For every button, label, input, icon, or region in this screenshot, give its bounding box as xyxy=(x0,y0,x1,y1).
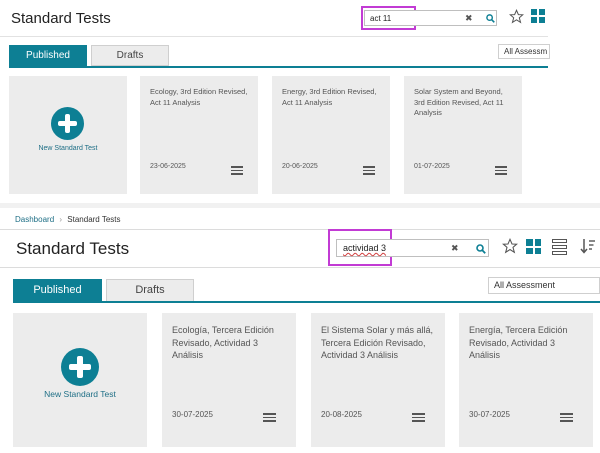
test-card-date: 20-08-2025 xyxy=(321,410,362,419)
new-test-card[interactable]: New Standard Test xyxy=(9,76,127,194)
breadcrumb-current: Standard Tests xyxy=(67,215,121,224)
tab-drafts[interactable]: Drafts xyxy=(91,45,169,66)
tab-drafts[interactable]: Drafts xyxy=(106,279,194,302)
test-card[interactable]: Energy, 3rd Edition Revised, Act 11 Anal… xyxy=(272,76,390,194)
test-card-title: Ecología, Tercera Edición Revisado, Acti… xyxy=(172,325,274,360)
tab-published[interactable]: Published xyxy=(9,45,87,66)
plus-circle-icon xyxy=(61,348,99,386)
star-icon[interactable] xyxy=(509,9,524,24)
divider xyxy=(0,36,548,37)
assessment-filter-select[interactable]: All Assessment xyxy=(488,277,600,294)
grid-view-icon[interactable] xyxy=(526,239,541,254)
test-card-title: Ecology, 3rd Edition Revised, Act 11 Ana… xyxy=(150,87,248,107)
test-card-title: Energy, 3rd Edition Revised, Act 11 Anal… xyxy=(282,87,377,107)
test-card-title: Energía, Tercera Edición Revisado, Activ… xyxy=(469,325,568,360)
page-title: Standard Tests xyxy=(16,239,130,258)
search-input[interactable]: actividad 3 ✖ xyxy=(336,239,489,257)
menu-icon[interactable] xyxy=(231,166,243,175)
divider xyxy=(0,229,600,230)
test-card[interactable]: Ecology, 3rd Edition Revised, Act 11 Ana… xyxy=(140,76,258,194)
test-card-date: 23-06-2025 xyxy=(150,163,186,170)
test-card-date: 30-07-2025 xyxy=(469,410,510,419)
search-input[interactable]: act 11 ✖ xyxy=(364,10,497,26)
search-icon[interactable] xyxy=(486,14,495,23)
breadcrumb-dashboard-link[interactable]: Dashboard xyxy=(15,215,54,224)
test-card-title: El Sistema Solar y más allá, Tercera Edi… xyxy=(321,325,434,360)
breadcrumb-separator-icon: › xyxy=(59,215,63,224)
sort-icon[interactable] xyxy=(580,238,596,254)
menu-icon[interactable] xyxy=(495,166,507,175)
list-view-icon[interactable] xyxy=(552,239,567,257)
test-card[interactable]: El Sistema Solar y más allá, Tercera Edi… xyxy=(311,313,445,447)
star-icon[interactable] xyxy=(502,238,518,254)
test-card-date: 30-07-2025 xyxy=(172,410,213,419)
test-card[interactable]: Energía, Tercera Edición Revisado, Activ… xyxy=(459,313,593,447)
search-value: act 11 xyxy=(370,14,392,23)
tab-underline xyxy=(9,66,548,68)
page-title: Standard Tests xyxy=(11,10,111,27)
divider xyxy=(0,267,600,268)
test-card-date: 20-06-2025 xyxy=(282,163,318,170)
test-card[interactable]: Solar System and Beyond, 3rd Edition Rev… xyxy=(404,76,522,194)
menu-icon[interactable] xyxy=(263,413,276,422)
menu-icon[interactable] xyxy=(560,413,573,422)
new-test-card[interactable]: New Standard Test xyxy=(13,313,147,447)
breadcrumb: Dashboard › Standard Tests xyxy=(15,215,121,224)
menu-icon[interactable] xyxy=(363,166,375,175)
clear-icon[interactable]: ✖ xyxy=(465,13,473,24)
separator xyxy=(0,203,600,208)
assessment-filter-select[interactable]: All Assessm xyxy=(498,44,550,59)
test-card-title: Solar System and Beyond, 3rd Edition Rev… xyxy=(414,87,504,117)
menu-icon[interactable] xyxy=(412,413,425,422)
search-icon[interactable] xyxy=(476,244,486,254)
test-card-date: 01-07-2025 xyxy=(414,163,450,170)
search-value: actividad 3 xyxy=(343,243,387,253)
tab-underline xyxy=(13,301,600,303)
plus-circle-icon xyxy=(51,107,84,140)
tab-published[interactable]: Published xyxy=(13,279,102,302)
test-card[interactable]: Ecología, Tercera Edición Revisado, Acti… xyxy=(162,313,296,447)
new-test-label: New Standard Test xyxy=(38,145,98,152)
clear-icon[interactable]: ✖ xyxy=(451,243,459,254)
grid-view-icon[interactable] xyxy=(531,9,545,23)
new-test-label: New Standard Test xyxy=(44,389,116,399)
